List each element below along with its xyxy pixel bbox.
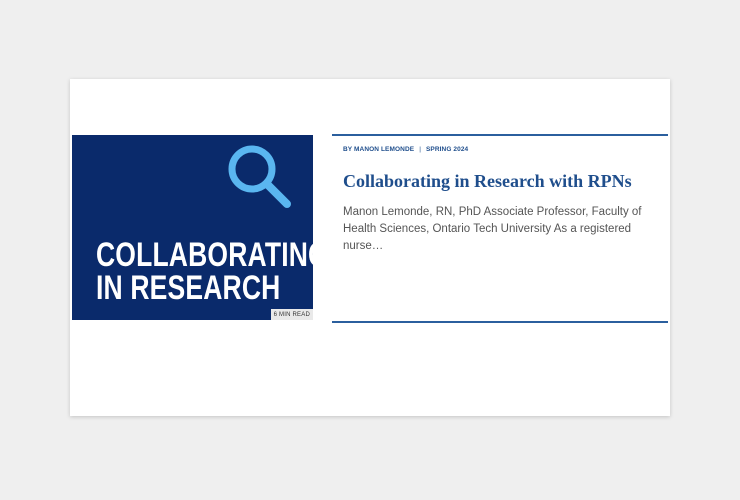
author-byline[interactable]: BY MANON LEMONDE — [343, 146, 414, 153]
article-excerpt: Manon Lemonde, RN, PhD Associate Profess… — [343, 206, 642, 252]
issue-label[interactable]: SPRING 2024 — [426, 146, 468, 153]
read-time-badge: 6 MIN READ — [270, 309, 313, 320]
article-card[interactable]: COLLABORATING IN RESEARCH 6 MIN READ BY … — [70, 79, 670, 416]
magnifying-glass-icon — [228, 145, 291, 208]
meta-separator: | — [419, 146, 421, 153]
article-thumbnail[interactable]: COLLABORATING IN RESEARCH 6 MIN READ — [72, 135, 313, 320]
article-info: BY MANON LEMONDE | SPRING 2024 Collaborati… — [332, 134, 668, 323]
thumbnail-headline-line-2: IN RESEARCH — [96, 269, 281, 307]
article-meta: BY MANON LEMONDE | SPRING 2024 — [343, 146, 468, 153]
thumbnail-headline-line-1: COLLABORATING — [96, 236, 313, 274]
article-title[interactable]: Collaborating in Research with RPNs — [343, 170, 663, 192]
thumbnail-headline: COLLABORATING IN RESEARCH — [96, 236, 313, 307]
